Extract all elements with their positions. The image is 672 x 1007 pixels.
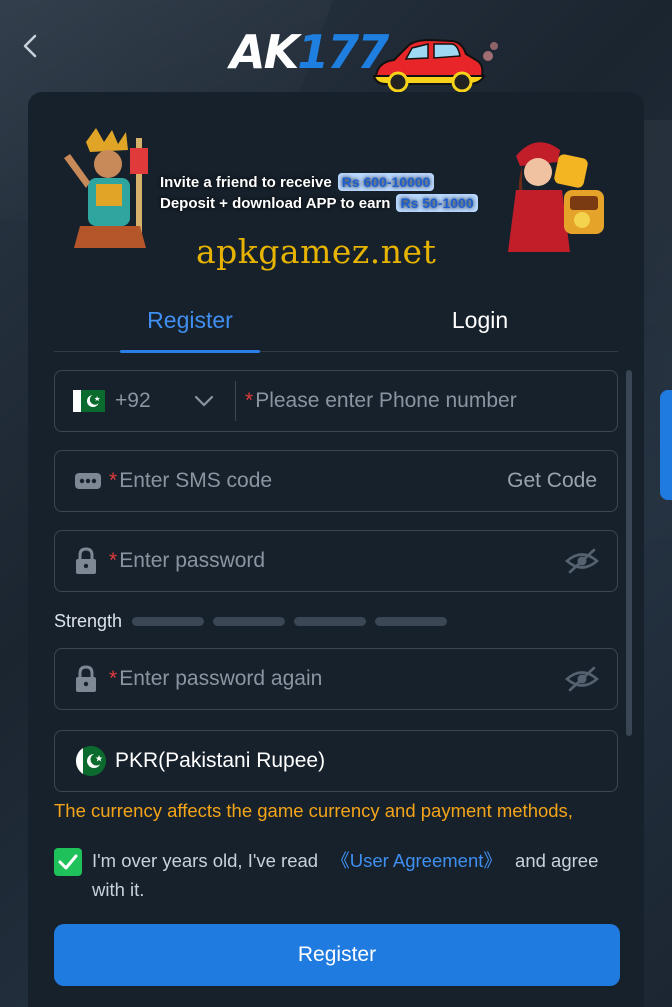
confirm-password-placeholder: Enter password again <box>119 667 323 690</box>
sms-placeholder: Enter SMS code <box>119 469 273 492</box>
watermark-text: apkgamez.net <box>196 232 437 271</box>
country-code-select[interactable]: +92 <box>73 371 237 431</box>
password-placeholder: Enter password <box>119 549 266 572</box>
strength-bar-segment <box>375 616 448 626</box>
lock-icon <box>76 665 96 692</box>
password-strength: Strength <box>54 608 456 634</box>
phone-field[interactable]: +92 *Please enter Phone number <box>54 370 618 432</box>
currency-value: PKR(Pakistani Rupee) <box>115 749 326 772</box>
country-code: +92 <box>115 389 151 412</box>
app-logo: AK177 <box>230 14 500 93</box>
password-field[interactable]: *Enter password <box>54 530 618 592</box>
register-button[interactable]: Register <box>54 924 620 986</box>
chevron-down-icon <box>194 395 214 407</box>
agreement-prefix: I'm over years old, I've read <box>92 850 319 871</box>
message-dots-icon <box>75 473 101 489</box>
checkmark-icon <box>58 854 78 870</box>
divider <box>235 381 236 421</box>
active-tab-indicator <box>120 350 260 353</box>
phone-input[interactable]: *Please enter Phone number <box>245 389 517 413</box>
currency-select[interactable]: PKR(Pakistani Rupee) <box>54 730 618 792</box>
confirm-password-input[interactable]: *Enter password again <box>109 667 322 691</box>
chevron-left-icon <box>23 34 37 58</box>
strength-bar-segment <box>294 616 367 626</box>
password-input[interactable]: *Enter password <box>109 549 265 573</box>
side-drawer-handle[interactable] <box>660 390 672 500</box>
pakistan-flag-icon <box>73 390 105 412</box>
sms-code-input[interactable]: *Enter SMS code <box>109 469 272 493</box>
auth-tabs: Register Login <box>54 288 618 353</box>
eye-off-icon[interactable] <box>565 548 599 574</box>
racer-girl-character-icon <box>508 142 604 252</box>
agreement-checkbox[interactable] <box>54 848 82 876</box>
pakistan-flag-icon <box>75 746 106 776</box>
eye-off-icon[interactable] <box>565 666 599 692</box>
phone-placeholder: Please enter Phone number <box>255 389 517 412</box>
sms-code-field[interactable]: *Enter SMS code Get Code <box>54 450 618 512</box>
banner-reward-1: Rs 600-10000 <box>337 173 435 191</box>
lock-icon <box>76 547 96 574</box>
strength-bar-segment <box>132 616 205 626</box>
back-button[interactable] <box>14 28 46 64</box>
warrior-character-icon <box>64 128 148 248</box>
user-agreement-link[interactable]: 《User Agreement》 <box>331 850 502 871</box>
banner-line-2: Deposit + download APP to earn <box>160 195 391 212</box>
tab-login[interactable]: Login <box>410 288 550 352</box>
currency-note: The currency affects the game currency a… <box>54 800 573 821</box>
confirm-password-field[interactable]: *Enter password again <box>54 648 618 710</box>
tab-register[interactable]: Register <box>120 288 260 352</box>
get-code-button[interactable]: Get Code <box>507 469 597 493</box>
banner-reward-2: Rs 50-1000 <box>396 194 478 212</box>
strength-label: Strength <box>54 610 123 631</box>
scrollbar[interactable] <box>626 370 632 736</box>
logo-text: AK <box>230 25 299 79</box>
strength-bar-segment <box>213 616 286 626</box>
car-icon <box>372 38 498 93</box>
banner-text: Invite a friend to receive Rs 600-10000 D… <box>160 172 500 214</box>
agreement-text: I'm over years old, I've read 《User Agre… <box>92 846 618 904</box>
banner-line-1: Invite a friend to receive <box>160 174 332 191</box>
